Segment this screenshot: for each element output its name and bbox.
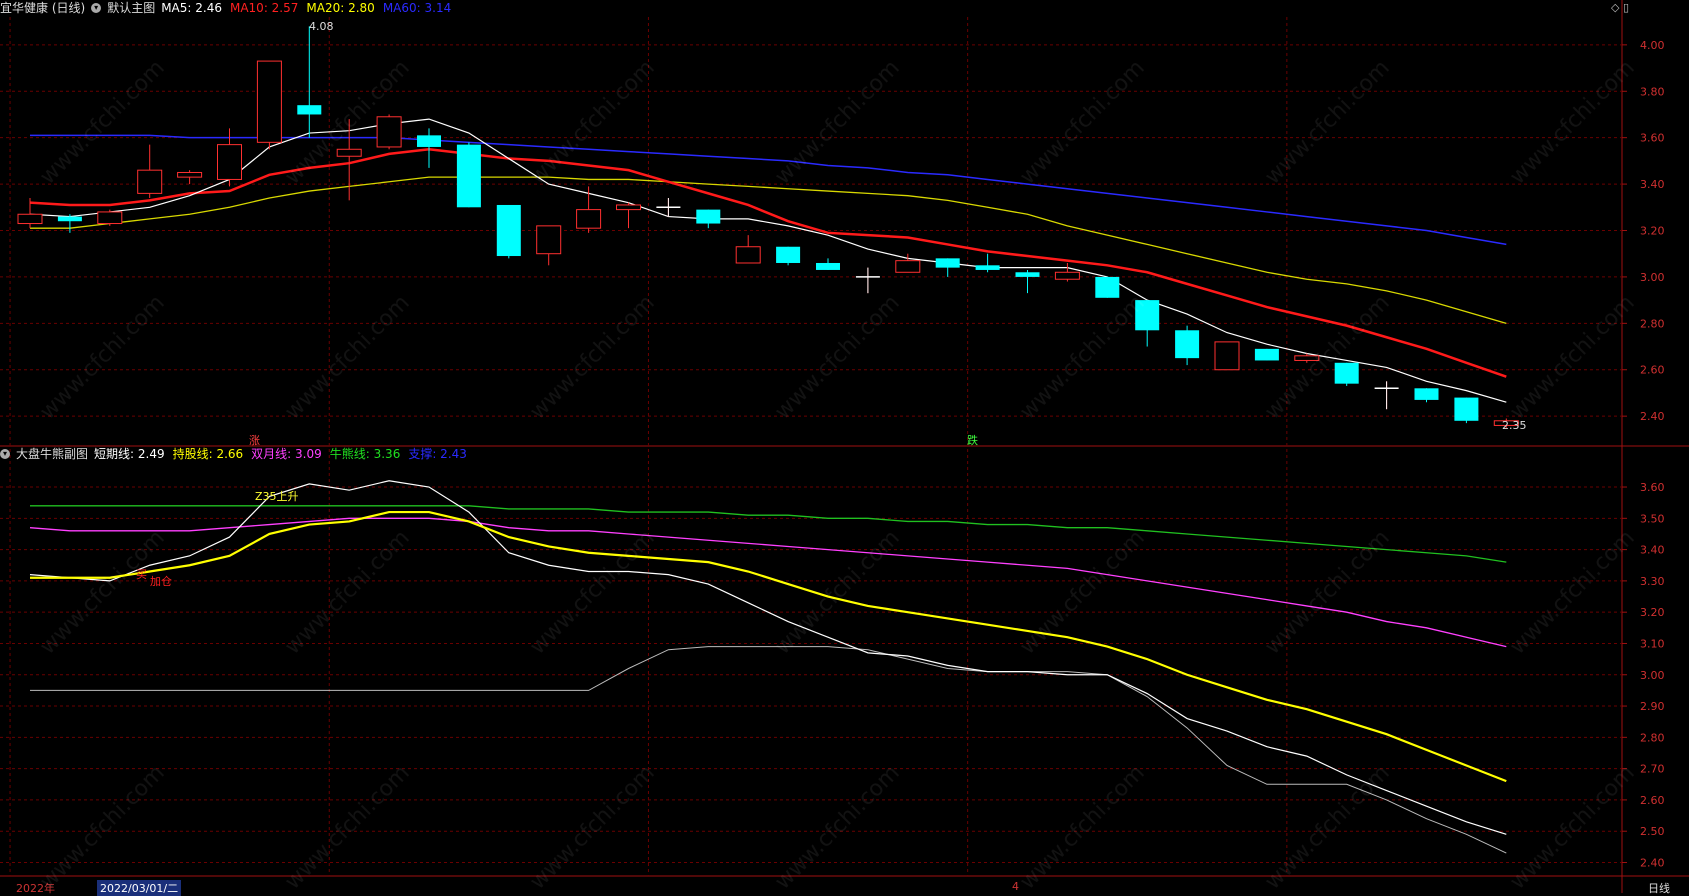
candle-up [97, 211, 123, 225]
stock-title[interactable]: 宜华健康 (日线) [0, 0, 85, 16]
indicator-axis-tick-label: 3.00 [1640, 669, 1665, 682]
candle-up [616, 204, 641, 211]
price-axis-tick-label: 3.60 [1640, 132, 1665, 145]
indicator-axis-tick-label: 3.10 [1640, 637, 1665, 650]
indicator-axis-tick-label: 3.30 [1640, 575, 1665, 588]
ma-legend: MA5: 2.46 MA10: 2.57 MA20: 2.80 MA60: 3.14 [161, 0, 459, 16]
indicator-legend-item-2: 双月线: 3.09 [251, 447, 322, 461]
panel-menu-icon[interactable]: ▾ [91, 3, 102, 13]
main-panel-header: 宜华健康 (日线) ▾ 默认主图 MA5: 2.46 MA10: 2.57 MA20… [0, 0, 459, 16]
candle-up [576, 209, 602, 229]
indicator-axis-tick-label: 2.70 [1640, 763, 1665, 776]
candle-up [177, 171, 203, 178]
ma-legend-item-1: MA10: 2.57 [229, 1, 299, 15]
candle-down [776, 246, 801, 263]
fall-marker: 跌 [967, 434, 978, 447]
price-axis-tick-label: 2.40 [1640, 410, 1665, 423]
indicator-legend-item-0: 短期线: 2.49 [94, 447, 165, 461]
price-axis-tick-label: 3.40 [1640, 178, 1665, 191]
short-term-line [29, 480, 1507, 835]
price-axis-tick-label: 2.80 [1640, 317, 1665, 330]
ma5-line [29, 118, 1507, 403]
candle-down [1254, 348, 1279, 361]
candle-up [735, 246, 761, 264]
footer-current-date[interactable]: 2022/03/01/二 [97, 880, 182, 896]
indicator-axis-tick-label: 3.40 [1640, 544, 1665, 557]
price-axis-tick-label: 2.60 [1640, 364, 1665, 377]
candle-up [895, 260, 921, 273]
candle-down [57, 216, 82, 222]
window-controls[interactable]: ◇ ▯ [1611, 1, 1629, 14]
two-month-line [29, 517, 1507, 648]
main-panel-name[interactable]: 默认主图 [107, 0, 155, 16]
high-price-label: 4.08 [309, 20, 334, 33]
support-line [30, 646, 1507, 854]
footer-year: 2022年 [16, 882, 55, 895]
candle-down [1135, 300, 1160, 331]
candle-up [1054, 271, 1080, 280]
candle-up [217, 144, 242, 180]
candle-up [536, 225, 562, 255]
candle-up [137, 169, 163, 194]
ma20-line [30, 176, 1507, 324]
buy-marker: 买 [136, 568, 147, 581]
candle-down [297, 105, 322, 115]
candle-up [256, 60, 282, 143]
candle-down [417, 135, 441, 147]
sub-panel-name[interactable]: 大盘牛熊副图 [16, 446, 88, 462]
candle-down [1454, 397, 1479, 421]
candle-down [1175, 330, 1200, 359]
sub-panel-menu-icon[interactable]: ▾ [0, 449, 10, 459]
candle-down [816, 262, 840, 270]
ma-legend-item-2: MA20: 2.80 [306, 1, 375, 15]
cross-marker: Z35上升 [255, 490, 299, 503]
price-axis-tick-label: 3.80 [1640, 85, 1665, 98]
add-position-marker: 加仓 [150, 575, 172, 588]
indicator-axis-tick-label: 2.90 [1640, 700, 1665, 713]
indicator-legend-item-1: 持股线: 2.66 [172, 447, 244, 461]
indicator-axis-tick-label: 2.40 [1640, 856, 1665, 869]
candle-down [1015, 272, 1040, 277]
ma-legend-item-3: MA60: 3.14 [382, 1, 452, 15]
period-selector[interactable]: 日线 [1648, 880, 1670, 896]
candle-down [496, 204, 521, 257]
indicator-axis-tick-label: 3.20 [1640, 606, 1665, 619]
price-axis-tick-label: 4.00 [1640, 39, 1665, 52]
sub-panel-header: ▾ 大盘牛熊副图 短期线: 2.49 持股线: 2.66 双月线: 3.09 牛熊线:… [0, 446, 475, 462]
ma60-line [30, 134, 1507, 246]
candle-up [376, 116, 402, 148]
candle-up [1214, 341, 1240, 371]
price-axis-tick-label: 3.00 [1640, 271, 1665, 284]
indicator-axis-tick-label: 3.50 [1640, 512, 1665, 525]
candle-up [17, 213, 43, 225]
candle-up [1294, 355, 1320, 361]
candle-down [456, 144, 481, 208]
candle-down [935, 258, 960, 268]
candle-down [1334, 362, 1359, 384]
ma10-line [29, 148, 1507, 378]
ma-legend-item-0: MA5: 2.46 [161, 1, 222, 15]
rise-marker: 涨 [249, 434, 260, 447]
candle-down [975, 265, 1000, 270]
candle-down [696, 209, 721, 224]
price-axis-tick-label: 3.20 [1640, 225, 1665, 238]
indicator-axis-tick-label: 2.50 [1640, 825, 1665, 838]
candle-down [1414, 388, 1439, 400]
indicator-legend: 短期线: 2.49 持股线: 2.66 双月线: 3.09 牛熊线: 3.36 支撑: … [94, 446, 475, 462]
candle-up [336, 148, 362, 157]
indicator-axis-tick-label: 2.80 [1640, 731, 1665, 744]
footer-month: 4 [1012, 880, 1019, 893]
indicator-legend-item-3: 牛熊线: 3.36 [329, 447, 401, 461]
low-price-label: 2.35 [1502, 419, 1527, 432]
candle-down [1095, 276, 1120, 298]
indicator-axis-tick-label: 3.60 [1640, 481, 1665, 494]
indicator-axis-tick-label: 2.60 [1640, 794, 1665, 807]
indicator-legend-item-4: 支撑: 2.43 [408, 447, 467, 461]
